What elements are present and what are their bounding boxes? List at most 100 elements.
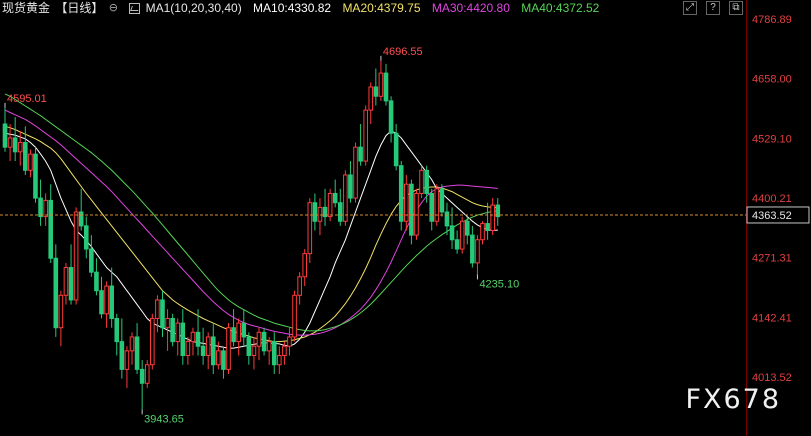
candle-body <box>287 336 292 347</box>
candle-body <box>424 169 429 194</box>
candlestick-chart: 4786.894658.004529.104400.214271.314142.… <box>0 0 810 436</box>
candle-body <box>388 100 394 134</box>
candle-body <box>170 317 175 343</box>
candle-body <box>368 86 374 111</box>
candle-body <box>470 234 475 264</box>
candle-body <box>210 336 216 366</box>
ma20-line <box>4 125 498 343</box>
candle-body <box>480 223 485 241</box>
candle-body <box>144 364 150 384</box>
ma-setting-label[interactable]: MA1(10,20,30,40) <box>146 0 242 17</box>
candle-body <box>7 137 13 148</box>
candle-body <box>23 142 28 171</box>
candle-body <box>216 350 221 366</box>
candle-body <box>327 192 333 218</box>
candle-body <box>383 72 389 102</box>
candle-body <box>114 317 120 343</box>
candle-body <box>160 299 165 329</box>
candle-body <box>139 368 145 384</box>
candle-body <box>17 142 23 153</box>
candle-body <box>277 354 282 366</box>
candle-body <box>53 257 59 329</box>
ma20-value: MA20:4379.75 <box>342 1 421 15</box>
price-tick-label: 4658.00 <box>752 74 792 86</box>
candle-body <box>83 225 89 250</box>
candle-body <box>464 220 470 236</box>
candle-body <box>429 192 435 222</box>
annotation-label: 4235.10 <box>479 278 519 290</box>
candle-body <box>282 345 287 356</box>
candle-body <box>2 123 8 148</box>
candle-body <box>378 72 384 97</box>
candle-body <box>124 350 130 370</box>
candle-body <box>256 331 262 347</box>
candle-body <box>343 174 348 222</box>
candle-body <box>261 331 267 352</box>
candle-body <box>317 206 323 222</box>
indicator-chart-icon[interactable] <box>129 3 141 14</box>
candle-body <box>490 204 495 231</box>
watermark-logo: FX678 <box>685 384 781 415</box>
candle-body <box>246 336 252 356</box>
annotation-label: 4696.55 <box>383 46 423 58</box>
candle-body <box>358 146 363 162</box>
candle-body <box>68 267 74 301</box>
price-tick-label: 4529.10 <box>752 133 792 145</box>
price-tick-label: 4271.31 <box>752 253 792 265</box>
ma30-value: MA30:4420.80 <box>431 1 510 15</box>
ma10-value: MA10:4330.82 <box>253 1 332 15</box>
candle-body <box>12 137 18 153</box>
price-tick-label: 4142.41 <box>752 312 792 324</box>
candle-body <box>129 336 135 352</box>
candle-body <box>241 322 247 338</box>
candle-body <box>353 146 358 199</box>
candle-body <box>398 165 404 222</box>
candle-body <box>251 345 257 356</box>
ma10-line <box>4 130 498 349</box>
candle-body <box>348 174 353 199</box>
settings-circle-icon[interactable]: ⊖ <box>109 0 118 17</box>
candle-body <box>302 253 308 278</box>
candle-body <box>221 350 226 370</box>
candle-body <box>94 271 99 292</box>
candle-body <box>195 331 201 347</box>
candle-body <box>404 183 409 222</box>
candle-body <box>104 285 109 315</box>
period-selector[interactable]: 【日线】 <box>55 0 103 17</box>
candle-body <box>78 211 84 227</box>
candle-body <box>205 336 211 356</box>
candle-body <box>485 223 490 231</box>
candle-body <box>266 341 272 352</box>
candle-body <box>155 299 160 319</box>
candle-body <box>312 202 318 222</box>
candle-body <box>454 239 460 250</box>
annotation-label: 4595.01 <box>7 93 47 105</box>
candle-body <box>292 294 297 338</box>
candle-body <box>119 341 125 370</box>
candle-body <box>409 183 414 236</box>
candle-body <box>109 285 114 319</box>
candle-body <box>175 322 181 343</box>
candle-body <box>475 239 480 264</box>
candle-body <box>231 327 236 343</box>
candle-body <box>185 341 191 356</box>
candle-body <box>73 211 79 301</box>
candle-body <box>307 202 313 255</box>
annotation-label: 3943.65 <box>144 413 184 425</box>
candle-body <box>419 169 424 194</box>
candle-body <box>271 341 277 366</box>
candle-body <box>449 225 455 241</box>
candle-body <box>414 192 419 236</box>
maximize-icon[interactable]: ⤢ <box>683 1 697 15</box>
candle-body <box>226 327 231 370</box>
candle-body <box>297 276 302 296</box>
candle-body <box>393 132 399 167</box>
candle-body <box>63 267 69 296</box>
candle-body <box>439 188 445 213</box>
candle-body <box>134 336 140 370</box>
ma40-value: MA40:4372.52 <box>521 1 600 15</box>
price-tick-label: 4013.52 <box>752 372 792 384</box>
help-icon[interactable]: ? <box>706 1 720 15</box>
candle-body <box>48 199 54 259</box>
restore-icon[interactable]: ⧉ <box>729 1 743 15</box>
